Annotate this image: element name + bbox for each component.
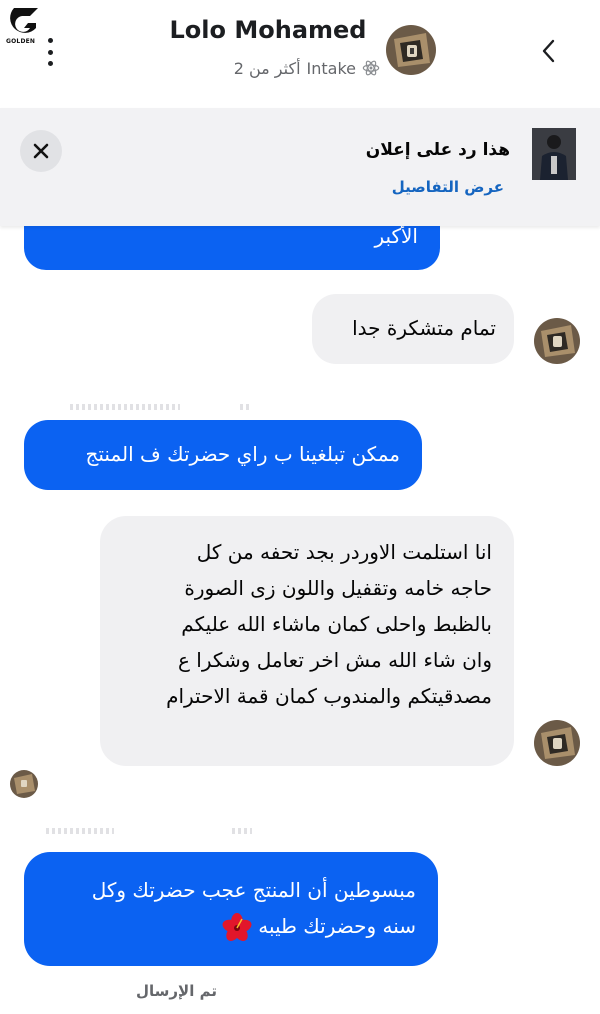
hibiscus-icon bbox=[222, 912, 252, 941]
subtitle-label: Intake bbox=[306, 58, 356, 78]
message-line: بالظبط واحلى كمان ماشاء الله عليكم bbox=[181, 612, 492, 636]
message-line: وان شاء الله مش اخر تعامل وشكرا ع bbox=[178, 648, 492, 672]
more-vertical-icon[interactable] bbox=[44, 38, 56, 66]
close-button[interactable] bbox=[20, 130, 62, 172]
ad-thumbnail[interactable] bbox=[532, 128, 576, 180]
message-line: انا استلمت الاوردر بجد تحفه من كل bbox=[196, 540, 492, 564]
sent-status: تم الإرسال bbox=[136, 982, 217, 1000]
contact-subtitle: Intake أكثر من 2 bbox=[180, 56, 380, 80]
seen-avatar bbox=[10, 770, 38, 798]
ad-reply-title: هذا رد على إعلان bbox=[365, 140, 510, 160]
message-text: ممكن تبلغينا ب راي حضرتك ف المنتج bbox=[85, 442, 400, 466]
message-outgoing[interactable]: ممكن تبلغينا ب راي حضرتك ف المنتج bbox=[24, 420, 422, 490]
message-line: مبسوطين أن المنتج عجب حضرتك وكل bbox=[91, 878, 416, 902]
sender-avatar[interactable] bbox=[534, 318, 580, 364]
divider bbox=[240, 404, 252, 410]
message-line: سنه وحضرتك طيبه bbox=[46, 908, 416, 944]
logo-text: GOLDEN bbox=[6, 38, 36, 45]
chat-header: GOLDEN Lolo Mohamed Intake أكثر من 2 bbox=[0, 0, 600, 108]
message-line: حاجه خامه وتقفيل واللون زى الصورة bbox=[184, 576, 492, 600]
close-icon bbox=[33, 143, 49, 159]
message-text: سنه وحضرتك طيبه bbox=[258, 914, 416, 938]
message-text: الأكبر bbox=[374, 224, 418, 248]
subtitle-count: أكثر من 2 bbox=[233, 58, 301, 78]
message-text: تمام متشكرة جدا bbox=[352, 316, 496, 340]
contact-avatar[interactable] bbox=[386, 25, 436, 75]
chevron-left-icon[interactable] bbox=[538, 38, 560, 64]
view-details-link[interactable]: عرض التفاصيل bbox=[392, 178, 504, 196]
message-incoming[interactable]: تمام متشكرة جدا bbox=[312, 294, 514, 364]
divider bbox=[46, 828, 114, 834]
divider bbox=[232, 828, 252, 834]
divider bbox=[70, 404, 180, 410]
message-line: مصدقيتكم والمندوب كمان قمة الاحترام bbox=[166, 684, 492, 708]
ad-reply-banner: هذا رد على إعلان عرض التفاصيل bbox=[0, 108, 600, 226]
sender-avatar[interactable] bbox=[534, 720, 580, 766]
message-outgoing[interactable]: مبسوطين أن المنتج عجب حضرتك وكل سنه وحضر… bbox=[24, 852, 438, 966]
contact-name[interactable]: Lolo Mohamed bbox=[150, 16, 386, 44]
atom-icon bbox=[362, 60, 380, 76]
message-incoming[interactable]: انا استلمت الاوردر بجد تحفه من كل حاجه خ… bbox=[100, 516, 514, 766]
